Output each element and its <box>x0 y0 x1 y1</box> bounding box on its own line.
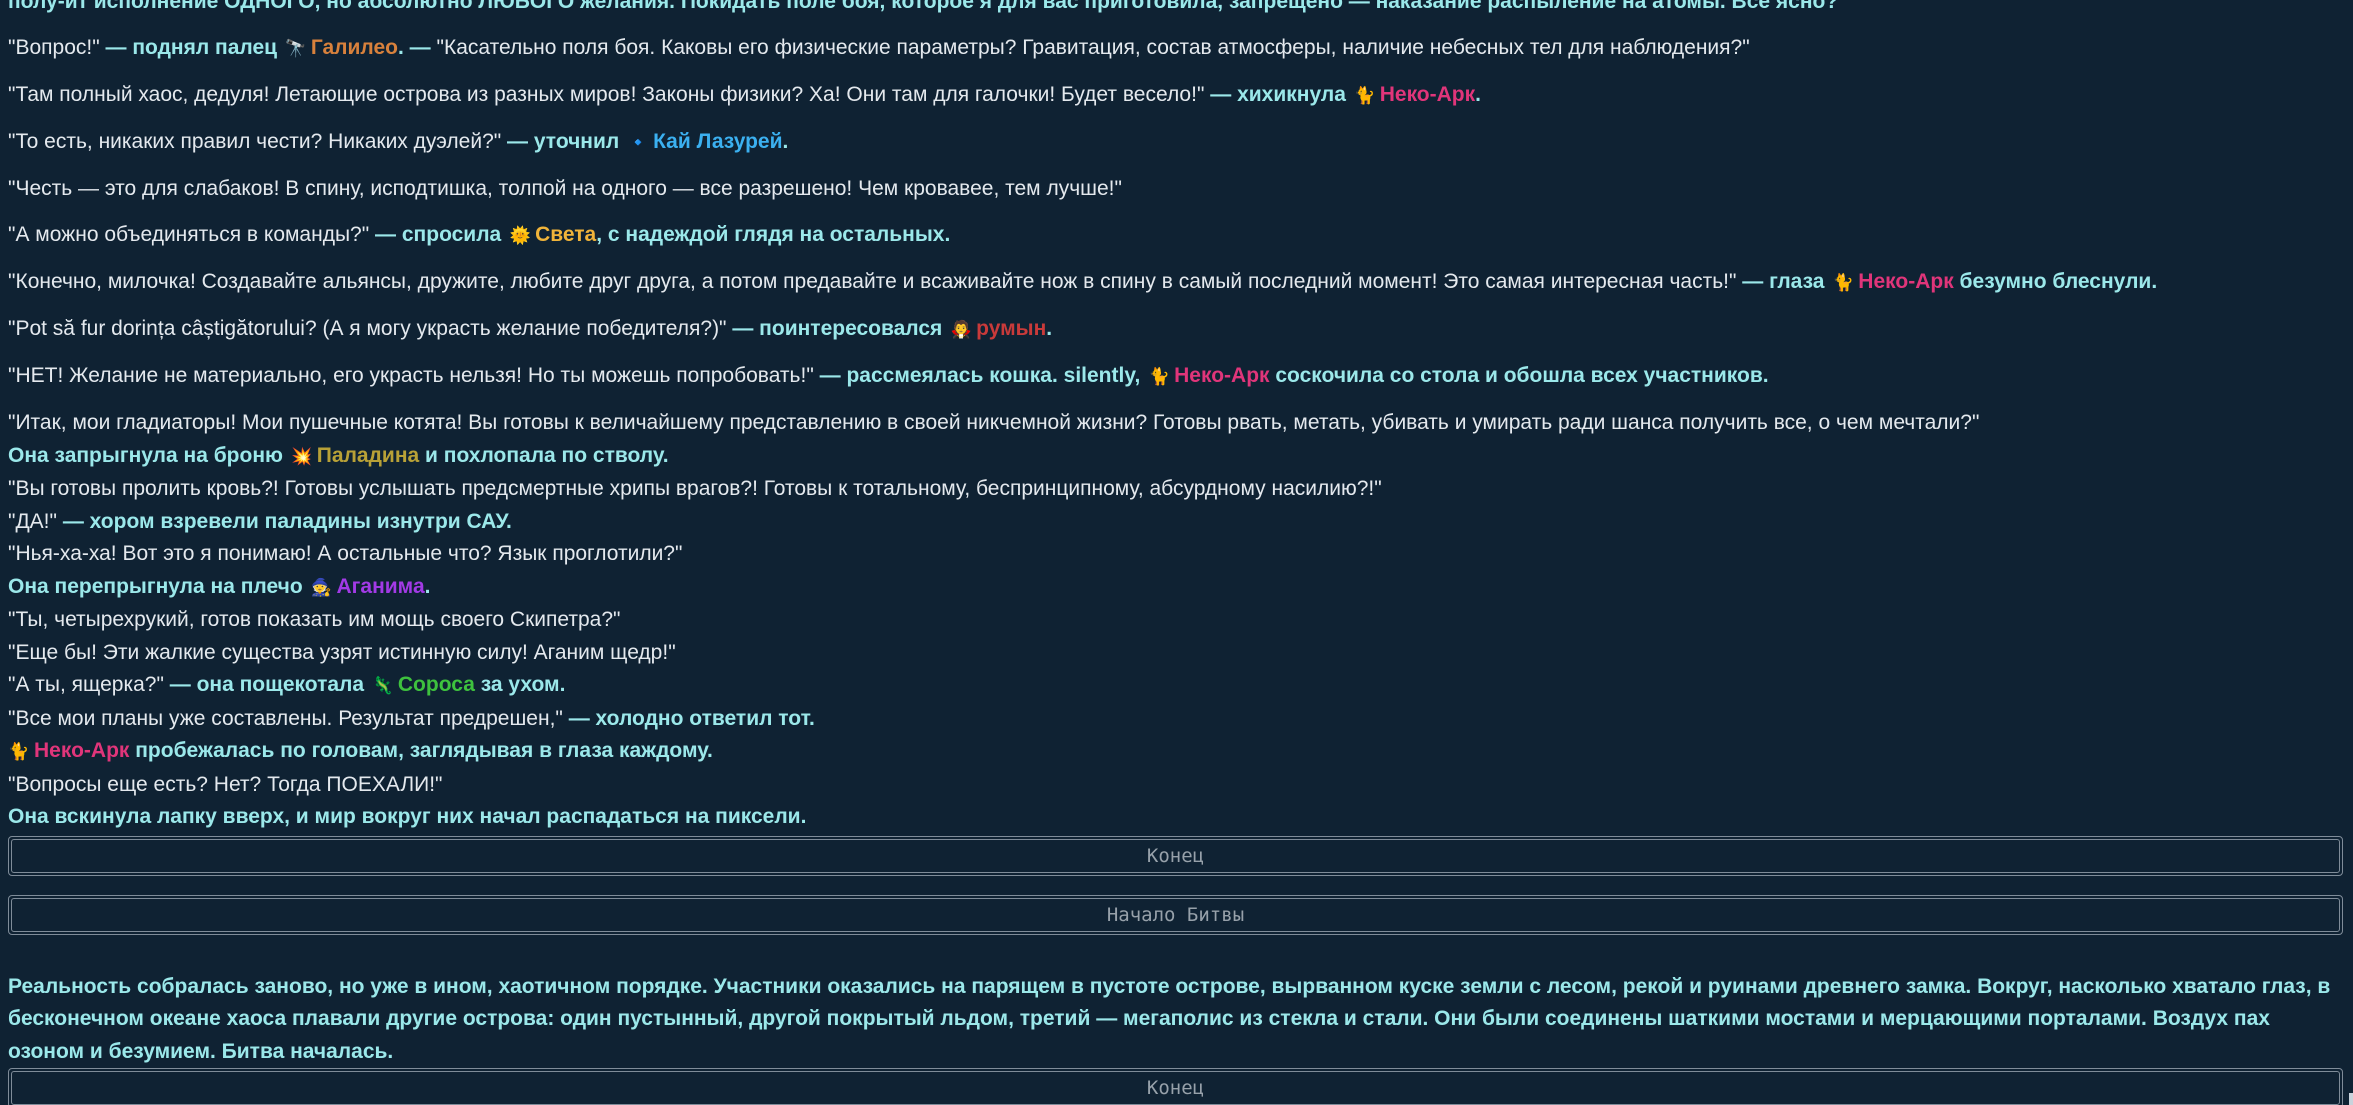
battle-start-divider-label: Начало Битвы <box>11 897 2340 932</box>
narration: — хором взревели паладины изнутри САУ. <box>56 509 512 533</box>
narration: . <box>424 574 431 598</box>
vampire-icon: 🧛 <box>950 320 972 339</box>
speech: "Все мои планы уже составлены. Результат… <box>8 706 563 730</box>
message-line: "Все мои планы уже составлены. Результат… <box>8 703 2343 736</box>
sun-icon: 🌞 <box>509 226 531 245</box>
narration: — хихикнула <box>1204 83 1352 106</box>
character-name: Неко-Арк <box>1379 83 1476 106</box>
message-sveta: "А можно объединяться в команды?" — спро… <box>8 219 2343 253</box>
message-line: "Итак, мои гладиаторы! Мои пушечные котя… <box>8 407 2343 440</box>
speech: "Честь — это для слабаков! В спину, испо… <box>8 177 1122 200</box>
end-divider: Конец <box>8 835 2343 876</box>
speech: "Там полный хаос, дедуля! Летающие остро… <box>8 83 1205 106</box>
character-name: Галилео <box>310 36 399 59</box>
speech: "Еще бы! Эти жалкие существа узрят истин… <box>8 640 676 664</box>
narration: . <box>1475 83 1481 106</box>
resize-handle[interactable] <box>2349 1093 2353 1105</box>
message-line: "Вы готовы пролить кровь?! Готовы услыша… <box>8 473 2343 506</box>
speech: "А ты, ящерка?" <box>8 673 164 696</box>
narration: полу-ит исполнение ОДНОГО, но абсолютно … <box>8 0 1849 13</box>
cat-icon: 🐈 <box>8 742 30 761</box>
narration: — глаза <box>1736 270 1831 293</box>
speech: "Вопрос!" <box>8 36 100 59</box>
narration: . — <box>398 36 437 59</box>
chat-log: полу-ит исполнение ОДНОГО, но абсолютно … <box>8 0 2343 1105</box>
narration: — спросила <box>369 223 508 246</box>
message-line: Она перепрыгнула на плечо 🧙 Аганима. <box>8 571 2343 605</box>
telescope-icon: 🔭 <box>285 39 307 58</box>
narration: — холодно ответил тот. <box>562 706 815 730</box>
battle-start-divider: Начало Битвы <box>8 894 2343 935</box>
speech: "Конечно, милочка! Создавайте альянсы, д… <box>8 270 1737 293</box>
message-partial: полу-ит исполнение ОДНОГО, но абсолютно … <box>8 0 2343 19</box>
mage-icon: 🧙 <box>310 577 333 597</box>
narration: безумно блеснули. <box>1953 270 2158 293</box>
character-name: Паладина <box>316 443 420 467</box>
lizard-icon: 🦎 <box>372 676 394 695</box>
narration: Она перепрыгнула на плечо <box>8 574 309 598</box>
narration: — поинтересовался <box>726 317 949 340</box>
end-divider-label: Конец <box>11 838 2340 873</box>
message-neko: "Конечно, милочка! Создавайте альянсы, д… <box>8 266 2343 300</box>
speech: "Вопросы еще есть? Нет? Тогда ПОЕХАЛИ!" <box>8 772 443 796</box>
message-kai: "То есть, никаких правил чести? Никаких … <box>8 126 2343 160</box>
narration: Она запрыгнула на броню <box>8 443 289 467</box>
character-name: румын <box>976 317 1047 340</box>
message-romanian: "Pot să fur dorința câștigătorului? (А я… <box>8 313 2343 347</box>
narration: . <box>782 130 789 153</box>
cat-icon: 🐈 <box>1354 86 1376 105</box>
character-name: Неко-Арк <box>1174 364 1270 387</box>
cat-icon: 🐈 <box>1832 273 1854 292</box>
orb-icon: 🔹 <box>627 133 649 152</box>
speech: "А можно объединяться в команды?" <box>8 223 370 246</box>
message-line: Она вскинула лапку вверх, и мир вокруг н… <box>8 801 2343 834</box>
message-line: "А ты, ящерка?" — она пощекотала 🦎 Сороса… <box>8 669 2343 703</box>
narration: соскочила со стола и обошла всех участни… <box>1269 364 1769 387</box>
message-galileo: "Вопрос!" — поднял палец 🔭 Галилео. — "Ка… <box>8 32 2343 66</box>
character-name: Неко-Арк <box>34 739 130 762</box>
message-line: "Еще бы! Эти жалкие существа узрят истин… <box>8 637 2343 670</box>
end-divider: Конец <box>8 1068 2343 1105</box>
narration: — поднял палец <box>99 36 283 59</box>
message-line: "Нья-ха-ха! Вот это я понимаю! А остальн… <box>8 538 2343 571</box>
narration: — уточнил <box>501 130 626 153</box>
message-line: "Вопросы еще есть? Нет? Тогда ПОЕХАЛИ!" <box>8 769 2343 802</box>
speech: "Нья-ха-ха! Вот это я понимаю! А остальн… <box>8 542 683 565</box>
speech: "Pot să fur dorința câștigătorului? (А я… <box>8 317 727 340</box>
narration: , с надеждой глядя на остальных. <box>596 223 951 246</box>
narration: . <box>1046 317 1053 340</box>
speech: "Касательно поля боя. Каковы его физичес… <box>436 36 1750 59</box>
speech: "Итак, мои гладиаторы! Мои пушечные котя… <box>8 411 1980 434</box>
character-name: Света <box>535 223 597 246</box>
explosion-icon: 💥 <box>291 446 313 466</box>
message-line: "Ты, четырехрукий, готов показать им мощ… <box>8 604 2343 637</box>
character-name: Кай Лазурей <box>653 130 783 153</box>
end-divider-label: Конец <box>11 1071 2340 1105</box>
message-neko: "НЕТ! Желание не материально, его украст… <box>8 360 2343 394</box>
message-line: "ДА!" — хором взревели паладины изнутри … <box>8 506 2343 539</box>
speech: "НЕТ! Желание не материально, его украст… <box>8 364 814 387</box>
narration: — рассмеялась кошка. silently, <box>813 364 1147 387</box>
narration: пробежалась по головам, заглядывая в гла… <box>129 739 713 762</box>
message-neko: "Честь — это для слабаков! В спину, испо… <box>8 173 2343 206</box>
narration: и похлопала по стволу. <box>419 443 669 467</box>
speech: "То есть, никаких правил чести? Никаких … <box>8 130 502 153</box>
battle-intro-paragraph: Реальность собралась заново, но уже в ин… <box>8 974 2331 1063</box>
character-name: Сороса <box>397 673 475 696</box>
message-line: Она запрыгнула на броню 💥 Паладина и похл… <box>8 440 2343 474</box>
message-line: 🐈 Неко-Арк пробежалась по головам, загляд… <box>8 735 2343 769</box>
speech: "Вы готовы пролить кровь?! Готовы услыша… <box>8 477 1382 500</box>
narration: Она вскинула лапку вверх, и мир вокруг н… <box>8 805 807 828</box>
speech: "Ты, четырехрукий, готов показать им мощ… <box>8 608 621 631</box>
cat-icon: 🐈 <box>1148 367 1170 386</box>
speech: "ДА!" <box>8 509 57 533</box>
character-name: Неко-Арк <box>1858 270 1954 293</box>
narration: за ухом. <box>474 673 566 696</box>
narration: — она пощекотала <box>163 673 370 696</box>
character-name: Аганима <box>336 574 425 598</box>
message-neko: "Там полный хаос, дедуля! Летающие остро… <box>8 79 2343 113</box>
